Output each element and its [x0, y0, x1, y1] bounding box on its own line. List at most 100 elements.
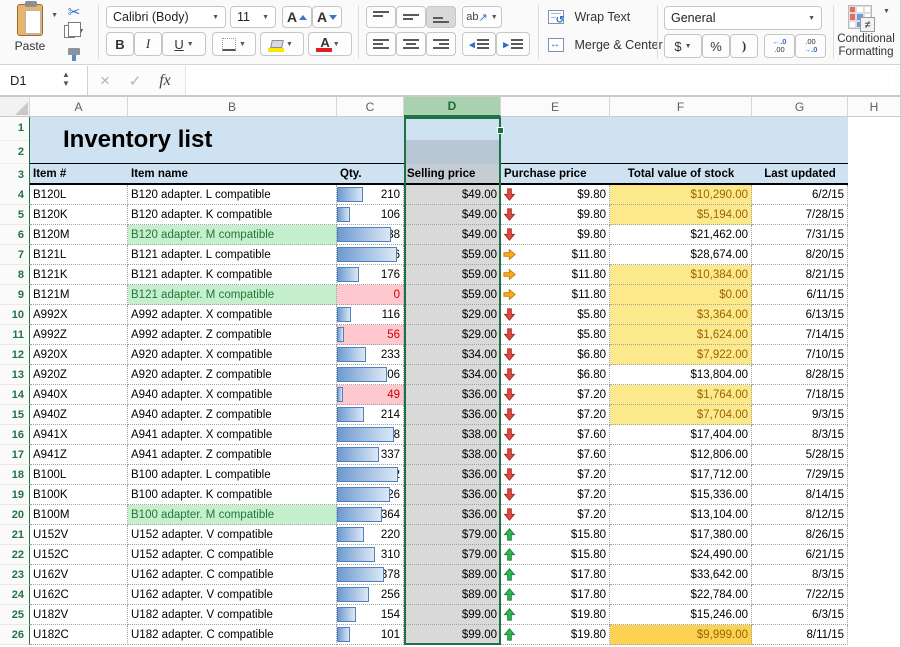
cut-button[interactable]: ✂ — [56, 2, 92, 21]
percent-button[interactable]: % — [702, 34, 730, 58]
cell-selling-price[interactable]: $38.00 — [404, 425, 501, 445]
sheet-title-cell[interactable]: Inventory list — [30, 117, 848, 164]
cell-item-number[interactable]: U152C — [30, 545, 128, 565]
cell-total-value[interactable]: $10,384.00 — [610, 265, 752, 285]
cell-qty[interactable]: 0 — [337, 285, 404, 305]
cell-purchase-price[interactable]: $9.80 — [501, 225, 610, 245]
row-number[interactable]: 14 — [0, 385, 30, 405]
cell-selling-price[interactable]: $49.00 — [404, 185, 501, 205]
font-name-select[interactable]: Calibri (Body) ▼ — [106, 6, 226, 28]
cell-total-value[interactable]: $21,462.00 — [610, 225, 752, 245]
cell-item-number[interactable]: A941X — [30, 425, 128, 445]
cell-empty[interactable] — [848, 117, 901, 164]
cell-selling-price[interactable]: $89.00 — [404, 585, 501, 605]
cell-item-number[interactable]: B120L — [30, 185, 128, 205]
cell-purchase-price[interactable]: $9.80 — [501, 205, 610, 225]
cell-item-name[interactable]: B121 adapter. L compatible — [128, 245, 337, 265]
cell-empty[interactable] — [848, 305, 901, 325]
cell-last-updated[interactable]: 9/3/15 — [752, 405, 848, 425]
cell-empty[interactable] — [848, 445, 901, 465]
cell-purchase-price[interactable]: $17.80 — [501, 585, 610, 605]
align-bottom-button[interactable] — [426, 6, 456, 28]
cell-total-value[interactable]: $24,490.00 — [610, 545, 752, 565]
cell-qty[interactable]: 310 — [337, 545, 404, 565]
cell-qty[interactable]: 106 — [337, 205, 404, 225]
cell-last-updated[interactable]: 7/28/15 — [752, 205, 848, 225]
row-number[interactable]: 23 — [0, 565, 30, 585]
cell-purchase-price[interactable]: $11.80 — [501, 265, 610, 285]
font-color-caret-icon[interactable]: ▼ — [333, 41, 340, 48]
cell-selling-price[interactable]: $89.00 — [404, 565, 501, 585]
cell-total-value[interactable]: $22,784.00 — [610, 585, 752, 605]
cell-selling-price[interactable]: $59.00 — [404, 285, 501, 305]
row-number[interactable]: 7 — [0, 245, 30, 265]
cell-qty[interactable]: 233 — [337, 345, 404, 365]
row-number[interactable]: 15 — [0, 405, 30, 425]
cell-last-updated[interactable]: 8/11/15 — [752, 625, 848, 645]
cell-item-number[interactable]: B121L — [30, 245, 128, 265]
cell-last-updated[interactable]: 5/28/15 — [752, 445, 848, 465]
cell-last-updated[interactable]: 7/10/15 — [752, 345, 848, 365]
cell-item-name[interactable]: A920 adapter. Z compatible — [128, 365, 337, 385]
comma-style-button[interactable]: ) — [730, 34, 758, 58]
cell-purchase-price[interactable]: $19.80 — [501, 625, 610, 645]
cell-purchase-price[interactable]: $7.20 — [501, 385, 610, 405]
header-selling-price[interactable]: Selling price — [404, 164, 501, 185]
cell-purchase-price[interactable]: $7.20 — [501, 505, 610, 525]
cell-last-updated[interactable]: 8/3/15 — [752, 565, 848, 585]
cell-purchase-price[interactable]: $17.80 — [501, 565, 610, 585]
cell-selling-price[interactable]: $99.00 — [404, 625, 501, 645]
row-number[interactable]: 4 — [0, 185, 30, 205]
cell-total-value[interactable]: $13,804.00 — [610, 365, 752, 385]
grow-font-button[interactable]: A — [282, 6, 312, 28]
cell-last-updated[interactable]: 6/13/15 — [752, 305, 848, 325]
align-center-button[interactable] — [396, 32, 426, 56]
row-number[interactable]: 10 — [0, 305, 30, 325]
cell-total-value[interactable]: $1,764.00 — [610, 385, 752, 405]
shrink-font-button[interactable]: A — [312, 6, 342, 28]
formula-input[interactable] — [185, 66, 895, 95]
cell-last-updated[interactable]: 7/31/15 — [752, 225, 848, 245]
cell-item-name[interactable]: A941 adapter. Z compatible — [128, 445, 337, 465]
column-header-f[interactable]: F — [610, 97, 752, 117]
borders-caret-icon[interactable]: ▼ — [239, 41, 246, 48]
cell-qty[interactable]: 337 — [337, 445, 404, 465]
cell-qty[interactable]: 458 — [337, 425, 404, 445]
column-header-h[interactable]: H — [848, 97, 901, 117]
cell-total-value[interactable]: $15,336.00 — [610, 485, 752, 505]
number-format-select[interactable]: General ▼ — [664, 6, 822, 30]
cell-last-updated[interactable]: 8/21/15 — [752, 265, 848, 285]
increase-decimal-button[interactable]: ←.0 .00 — [764, 34, 795, 58]
cell-total-value[interactable]: $12,806.00 — [610, 445, 752, 465]
cell-item-number[interactable]: A940Z — [30, 405, 128, 425]
cell-selling-price[interactable]: $38.00 — [404, 445, 501, 465]
cell-purchase-price[interactable]: $15.80 — [501, 545, 610, 565]
cell-selling-price[interactable]: $36.00 — [404, 405, 501, 425]
cell-qty[interactable]: 364 — [337, 505, 404, 525]
cell-total-value[interactable]: $17,404.00 — [610, 425, 752, 445]
cell-item-name[interactable]: B121 adapter. M compatible — [128, 285, 337, 305]
cell-empty[interactable] — [848, 185, 901, 205]
cell-qty[interactable]: 56 — [337, 325, 404, 345]
cell-empty[interactable] — [848, 245, 901, 265]
cell-total-value[interactable]: $10,290.00 — [610, 185, 752, 205]
row-number[interactable]: 3 — [0, 164, 30, 185]
cell-item-name[interactable]: B100 adapter. M compatible — [128, 505, 337, 525]
cell-qty[interactable]: 101 — [337, 625, 404, 645]
cell-selling-price[interactable]: $36.00 — [404, 485, 501, 505]
cell-item-name[interactable]: U162 adapter. C compatible — [128, 565, 337, 585]
cell-empty[interactable] — [848, 525, 901, 545]
header-purchase-price[interactable]: Purchase price — [501, 164, 610, 185]
cell-empty[interactable] — [848, 545, 901, 565]
cell-last-updated[interactable]: 7/14/15 — [752, 325, 848, 345]
row-number[interactable]: 18 — [0, 465, 30, 485]
cell-selling-price[interactable]: $49.00 — [404, 205, 501, 225]
cell-qty[interactable]: 49 — [337, 385, 404, 405]
cell-empty[interactable] — [848, 225, 901, 245]
cell-empty[interactable] — [848, 605, 901, 625]
conditional-formatting-button[interactable]: Conditional Formatting — [831, 33, 901, 59]
cell-selling-price[interactable]: $36.00 — [404, 385, 501, 405]
cell-selling-price[interactable]: $49.00 — [404, 225, 501, 245]
cell-selling-price[interactable]: $34.00 — [404, 365, 501, 385]
cell-selling-price[interactable]: $29.00 — [404, 305, 501, 325]
